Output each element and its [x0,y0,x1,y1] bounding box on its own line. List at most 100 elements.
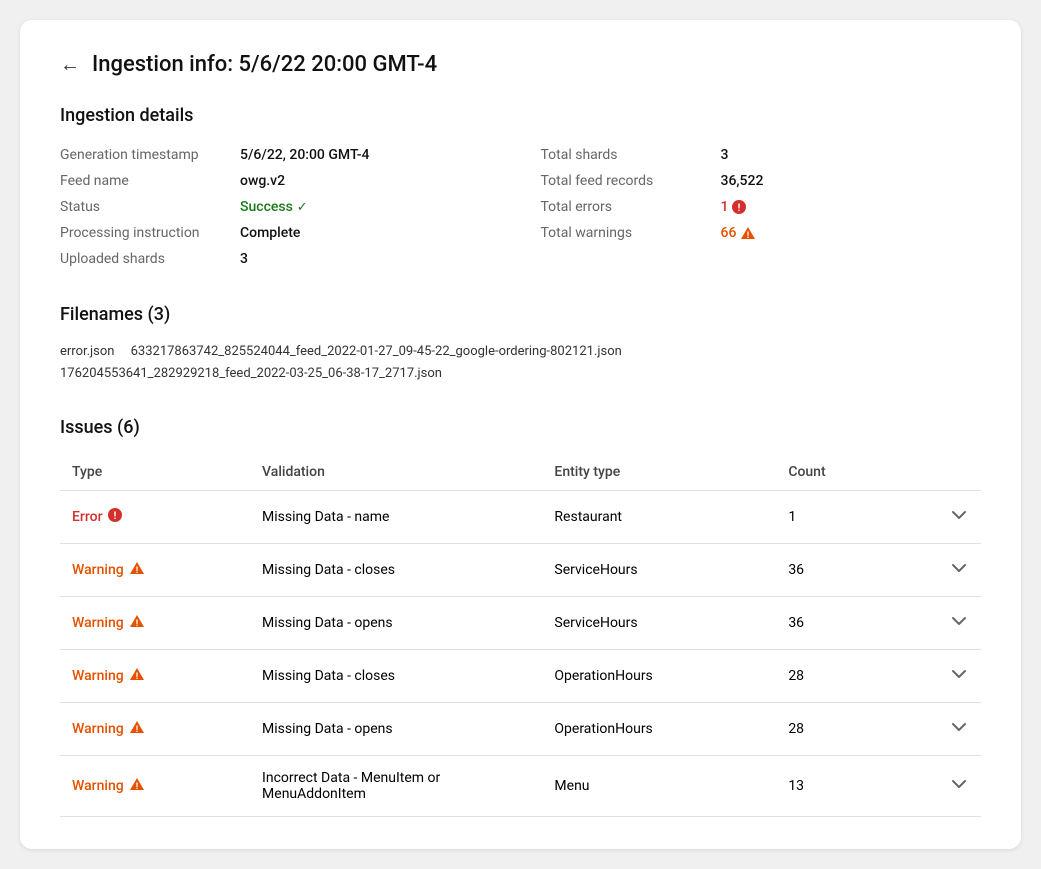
expand-cell[interactable] [893,597,981,650]
warning-label: Warning [72,721,124,737]
filename-2: 633217863742_825524044_feed_2022-01-27_0… [131,344,622,359]
table-row: Warning ! Missing Data - opensOperationH… [60,703,981,756]
detail-row-total-shards: Total shards 3 [541,142,982,168]
validation-cell: Missing Data - opens [250,597,542,650]
expand-cell[interactable] [893,491,981,544]
type-cell-warning: Warning ! [72,667,238,685]
detail-row-feedname: Feed name owg.v2 [60,168,501,194]
count-cell: 1 [776,491,893,544]
col-header-validation: Validation [250,454,542,491]
main-card: ← Ingestion info: 5/6/22 20:00 GMT-4 Ing… [20,20,1021,849]
detail-row-total-feed-records: Total feed records 36,522 [541,168,982,194]
col-header-expand [893,454,981,491]
detail-row-total-errors: Total errors 1 ! [541,194,982,220]
value-processing: Complete [240,225,300,241]
warning-triangle-icon: ! [740,226,756,240]
table-row: Error ! Missing Data - nameRestaurant1 [60,491,981,544]
issues-table-header: Type Validation Entity type Count [60,454,981,491]
expand-cell[interactable] [893,703,981,756]
detail-row-total-warnings: Total warnings 66 ! [541,220,982,246]
col-header-entity: Entity type [542,454,776,491]
label-uploaded-shards: Uploaded shards [60,251,240,267]
expand-cell[interactable] [893,650,981,703]
total-errors-badge: 1 ! [721,199,747,215]
page-title: Ingestion info: 5/6/22 20:00 GMT-4 [92,52,437,77]
error-label: Error [72,509,103,525]
filename-1: error.json [60,344,114,359]
svg-text:!: ! [135,566,137,575]
error-circle-icon: ! [732,200,746,214]
warning-label: Warning [72,778,124,794]
total-warnings-badge: 66 ! [721,225,757,241]
entity-cell: OperationHours [542,703,776,756]
validation-cell: Missing Data - name [250,491,542,544]
expand-cell[interactable] [893,756,981,817]
value-total-feed-records: 36,522 [721,173,764,189]
chevron-down-icon[interactable] [949,505,969,525]
value-status: Success [240,199,293,215]
expand-cell[interactable] [893,544,981,597]
issues-title: Issues (6) [60,417,981,438]
table-row: Warning ! Missing Data - opensServiceHou… [60,597,981,650]
ingestion-details-title: Ingestion details [60,105,981,126]
svg-text:!: ! [135,619,137,628]
detail-row-timestamp: Generation timestamp 5/6/22, 20:00 GMT-4 [60,142,501,168]
validation-cell: Missing Data - opens [250,703,542,756]
total-errors-count: 1 [721,199,729,215]
warning-label: Warning [72,668,124,684]
ingestion-details-section: Ingestion details Generation timestamp 5… [60,105,981,272]
chevron-down-icon[interactable] [949,774,969,794]
entity-cell: Menu [542,756,776,817]
total-warnings-count: 66 [721,225,737,241]
label-total-feed-records: Total feed records [541,173,721,189]
table-row: Warning ! Missing Data - closesServiceHo… [60,544,981,597]
page-header: ← Ingestion info: 5/6/22 20:00 GMT-4 [60,52,981,77]
entity-cell: Restaurant [542,491,776,544]
type-cell-warning: Warning ! [72,561,238,579]
warning-triangle-icon: ! [129,777,145,795]
svg-text:!: ! [135,782,137,791]
warning-triangle-icon: ! [129,561,145,579]
back-button[interactable]: ← [60,52,80,77]
detail-row-status: Status Success ✓ [60,194,501,220]
label-timestamp: Generation timestamp [60,147,240,163]
count-cell: 28 [776,650,893,703]
chevron-down-icon[interactable] [949,717,969,737]
svg-text:!: ! [113,511,116,522]
validation-cell: Missing Data - closes [250,544,542,597]
type-cell-warning: Warning ! [72,720,238,738]
filenames-section: Filenames (3) error.json 633217863742_82… [60,304,981,385]
value-feedname: owg.v2 [240,173,285,189]
type-cell-error: Error ! [72,508,238,526]
label-total-errors: Total errors [541,199,721,215]
table-row: Warning ! Missing Data - closesOperation… [60,650,981,703]
col-header-type: Type [60,454,250,491]
type-cell-warning: Warning ! [72,614,238,632]
count-cell: 36 [776,544,893,597]
filenames-title: Filenames (3) [60,304,981,325]
filename-3: 176204553641_282929218_feed_2022-03-25_0… [60,366,442,381]
svg-text:!: ! [738,203,741,214]
label-processing: Processing instruction [60,225,240,241]
type-cell-warning: Warning ! [72,777,238,795]
chevron-down-icon[interactable] [949,664,969,684]
svg-text:!: ! [747,231,749,240]
entity-cell: ServiceHours [542,544,776,597]
details-left: Generation timestamp 5/6/22, 20:00 GMT-4… [60,142,501,272]
svg-text:!: ! [135,725,137,734]
issues-table: Type Validation Entity type Count Error … [60,454,981,817]
details-right: Total shards 3 Total feed records 36,522… [541,142,982,272]
details-grid: Generation timestamp 5/6/22, 20:00 GMT-4… [60,142,981,272]
svg-text:!: ! [135,672,137,681]
chevron-down-icon[interactable] [949,611,969,631]
count-cell: 36 [776,597,893,650]
error-dot-icon: ! [108,508,122,526]
value-total-shards: 3 [721,147,729,163]
value-timestamp: 5/6/22, 20:00 GMT-4 [240,147,370,163]
warning-label: Warning [72,615,124,631]
warning-triangle-icon: ! [129,667,145,685]
label-feedname: Feed name [60,173,240,189]
issues-section: Issues (6) Type Validation Entity type C… [60,417,981,817]
count-cell: 28 [776,703,893,756]
chevron-down-icon[interactable] [949,558,969,578]
